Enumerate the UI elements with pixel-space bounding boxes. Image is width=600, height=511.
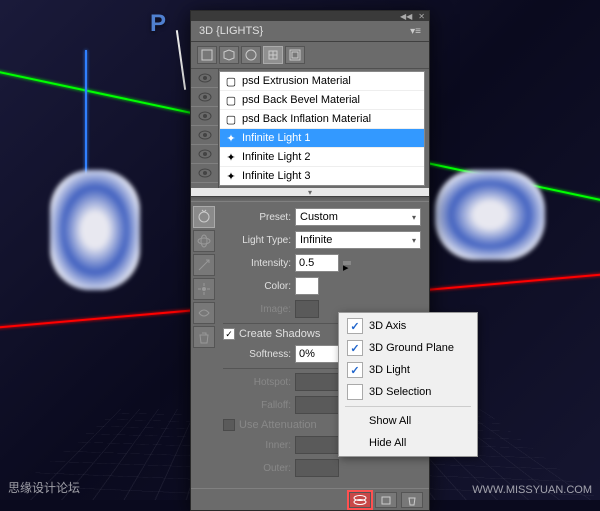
panel-footer [191, 488, 429, 510]
softness-label: Softness: [223, 349, 291, 360]
hotspot-label: Hotspot: [223, 377, 291, 388]
menu-item-show-all[interactable]: Show All [341, 410, 475, 432]
light-type-label: Light Type: [223, 235, 291, 246]
filter-toolbar [191, 42, 429, 69]
menu-item-label: Show All [369, 415, 411, 427]
intensity-slider[interactable]: ▸ [343, 261, 351, 265]
close-icon[interactable]: ✕ [418, 12, 425, 21]
falloff-label: Falloff: [223, 400, 291, 411]
list-item-label: psd Extrusion Material [242, 75, 351, 87]
check-icon: ✓ [347, 362, 363, 378]
menu-item-label: 3D Ground Plane [369, 342, 454, 354]
light-type-dropdown[interactable]: Infinite▾ [295, 231, 421, 249]
outer-input [295, 459, 339, 477]
filter-light-button[interactable] [263, 46, 283, 64]
intensity-input[interactable]: 0.5 [295, 254, 339, 272]
overlay-context-menu: ✓ 3D Axis ✓ 3D Ground Plane ✓ 3D Light 3… [338, 312, 478, 457]
create-shadows-checkbox[interactable]: ✓ [223, 328, 235, 340]
list-item[interactable]: ✦ Infinite Light 3 [220, 167, 424, 186]
outer-label: Outer: [223, 463, 291, 474]
filter-scene-button[interactable] [197, 46, 217, 64]
list-item-label: Infinite Light 1 [242, 132, 311, 144]
menu-item-3d-light[interactable]: ✓ 3D Light [341, 359, 475, 381]
light-delete-tool[interactable] [193, 326, 215, 348]
falloff-input [295, 396, 339, 414]
visibility-toggle[interactable] [191, 126, 218, 145]
preset-dropdown[interactable]: Custom▾ [295, 208, 421, 226]
create-shadows-label: Create Shadows [239, 328, 320, 340]
image-swatch [295, 300, 319, 318]
light-pan-tool[interactable] [193, 230, 215, 252]
scene-list-area: ▢ psd Extrusion Material ▢ psd Back Bevel … [191, 69, 429, 188]
list-item[interactable]: ▢ psd Extrusion Material [220, 72, 424, 91]
color-swatch[interactable] [295, 277, 319, 295]
inner-label: Inner: [223, 440, 291, 451]
list-item[interactable]: ▢ psd Back Inflation Material [220, 110, 424, 129]
panel-title: 3D {LIGHTS} [199, 25, 263, 37]
menu-item-3d-ground-plane[interactable]: ✓ 3D Ground Plane [341, 337, 475, 359]
list-item-label: psd Back Inflation Material [242, 113, 371, 125]
menu-item-label: 3D Light [369, 364, 410, 376]
visibility-toggle[interactable] [191, 88, 218, 107]
light-rotate-tool[interactable] [193, 206, 215, 228]
list-item[interactable]: ✦ Infinite Light 2 [220, 148, 424, 167]
light-point-tool[interactable] [193, 278, 215, 300]
light-tool-column [191, 202, 219, 488]
watermark-left: 思缘设计论坛 [8, 479, 80, 496]
preset-label: Preset: [223, 212, 291, 223]
light-color-tool[interactable] [193, 302, 215, 324]
material-icon: ▢ [224, 93, 238, 107]
color-label: Color: [223, 281, 291, 292]
3d-object-top: P [150, 10, 166, 38]
list-item-label: psd Back Bevel Material [242, 94, 360, 106]
list-scroll-down[interactable]: ▾ [191, 188, 429, 196]
menu-item-label: Hide All [369, 437, 406, 449]
filter-material-button[interactable] [241, 46, 261, 64]
chevron-down-icon: ▾ [412, 236, 416, 245]
use-attenuation-checkbox [223, 419, 235, 431]
menu-item-label: 3D Axis [369, 320, 406, 332]
visibility-toggle[interactable] [191, 145, 218, 164]
list-item-label: Infinite Light 3 [242, 170, 311, 182]
menu-item-3d-selection[interactable]: 3D Selection [341, 381, 475, 403]
menu-separator [345, 406, 471, 407]
panel-titlebar[interactable]: ◀◀ ✕ [191, 11, 429, 21]
check-icon: ✓ [347, 340, 363, 356]
material-icon: ▢ [224, 112, 238, 126]
visibility-toggle[interactable] [191, 107, 218, 126]
use-attenuation-label: Use Attenuation [239, 419, 317, 431]
watermark-right: WWW.MISSYUAN.COM [472, 484, 592, 496]
3d-object-right [435, 170, 545, 260]
hotspot-input [295, 373, 339, 391]
visibility-toggle[interactable] [191, 69, 218, 88]
material-icon: ▢ [224, 74, 238, 88]
light-icon: ✦ [224, 131, 238, 145]
panel-menu-icon[interactable]: ▾≡ [410, 26, 421, 37]
check-icon: ✓ [347, 318, 363, 334]
filter-all-button[interactable] [285, 46, 305, 64]
image-label: Image: [223, 304, 291, 315]
light-icon: ✦ [224, 150, 238, 164]
visibility-toggle[interactable] [191, 164, 218, 183]
intensity-label: Intensity: [223, 258, 291, 269]
visibility-column [191, 69, 219, 188]
check-icon [347, 384, 363, 400]
light-icon: ✦ [224, 169, 238, 183]
menu-item-3d-axis[interactable]: ✓ 3D Axis [341, 315, 475, 337]
chevron-down-icon: ▾ [412, 213, 416, 222]
panel-tab-header: 3D {LIGHTS} ▾≡ [191, 21, 429, 42]
collapse-icon[interactable]: ◀◀ [400, 12, 412, 21]
list-item[interactable]: ▢ psd Back Bevel Material [220, 91, 424, 110]
softness-input[interactable]: 0% [295, 345, 339, 363]
3d-object-left [50, 170, 140, 290]
filter-mesh-button[interactable] [219, 46, 239, 64]
inner-input [295, 436, 339, 454]
list-item-label: Infinite Light 2 [242, 151, 311, 163]
light-indicator [176, 30, 186, 90]
menu-item-label: 3D Selection [369, 386, 431, 398]
scene-item-list[interactable]: ▢ psd Extrusion Material ▢ psd Back Bevel … [219, 71, 425, 186]
menu-item-hide-all[interactable]: Hide All [341, 432, 475, 454]
light-slide-tool[interactable] [193, 254, 215, 276]
list-item[interactable]: ✦ Infinite Light 1 [220, 129, 424, 148]
